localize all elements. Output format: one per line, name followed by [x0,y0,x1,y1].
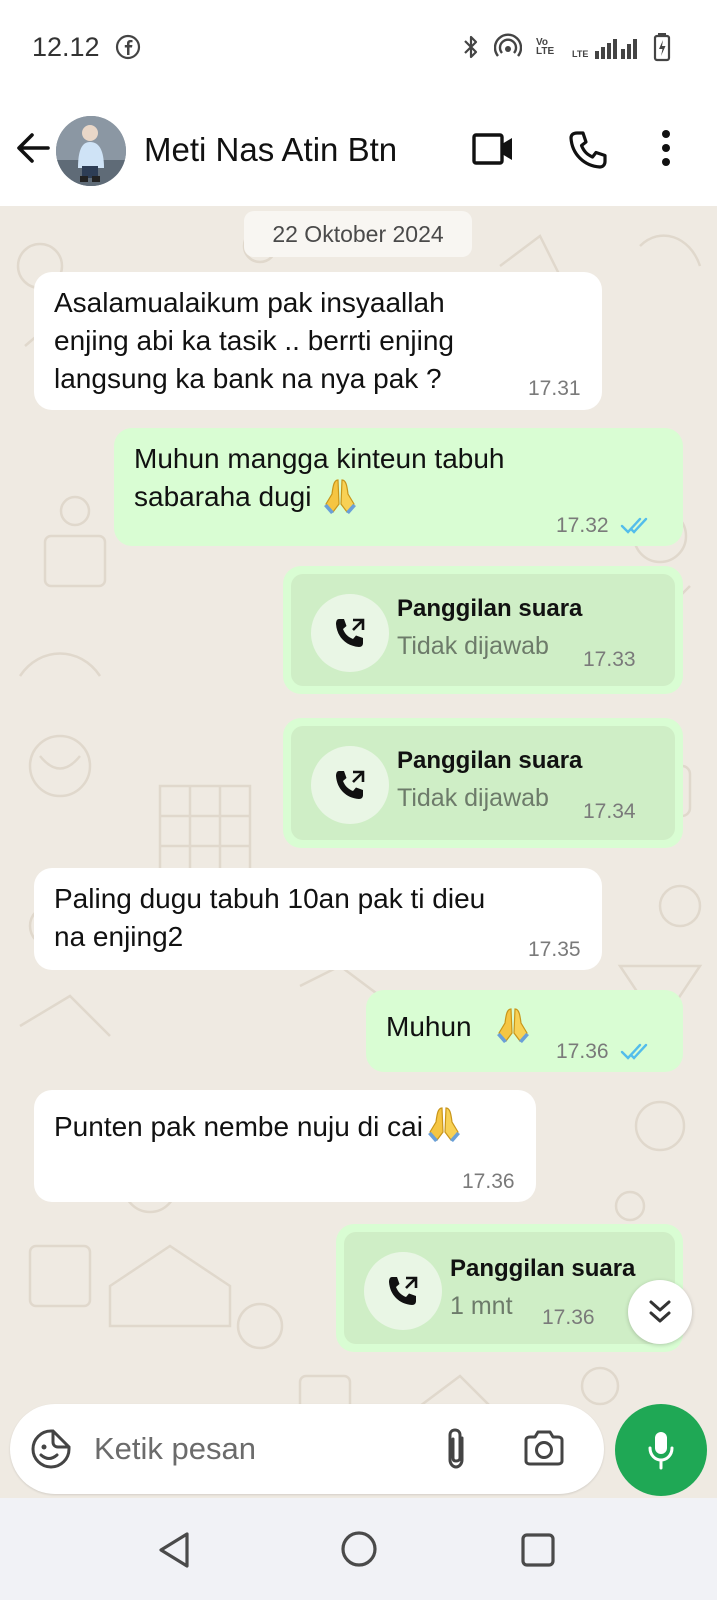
sticker-icon[interactable] [30,1428,72,1470]
attach-icon[interactable] [442,1426,470,1472]
message-incoming[interactable]: Punten pak nembe nuju di cai 17.36 [34,1090,536,1202]
message-time: 17.32 [556,514,609,537]
folded-hands-icon [496,1008,529,1043]
outgoing-call-icon [389,1276,418,1305]
message-input[interactable] [94,1422,424,1476]
message-outgoing[interactable]: Muhun mangga kinteun tabuh sabaraha dugi… [114,428,683,546]
hotspot-icon [494,33,522,57]
nav-recent-apps-icon[interactable] [520,1532,556,1568]
voice-message-button[interactable] [615,1404,707,1496]
call-card[interactable]: Panggilan suara 1 mnt 17.36 [344,1232,675,1344]
back-arrow-icon[interactable] [14,128,54,168]
message-time: 17.31 [528,377,581,400]
avatar[interactable] [56,116,126,186]
volte-icon: Vo LTE [536,37,558,57]
status-time: 12.12 [32,32,100,62]
message-time: 17.34 [583,800,636,823]
message-time: 17.35 [528,938,581,961]
call-icon-circle [364,1252,442,1330]
volte-label: Vo LTE [536,37,555,57]
call-status: Tidak dijawab [397,632,549,660]
outgoing-call-icon [336,770,365,799]
message-text-content: Muhun [386,1011,472,1042]
mic-icon [648,1432,674,1470]
message-time: 17.33 [583,648,636,671]
call-status: 1 mnt [450,1292,513,1320]
nav-home-icon[interactable] [340,1530,378,1568]
message-time: 17.36 [556,1040,609,1063]
lte-signal-icon: LTE [572,35,639,59]
outgoing-call-icon [336,618,365,647]
read-ticks-icon [620,1043,648,1060]
message-outgoing[interactable]: Muhun 17.36 [366,990,683,1072]
message-call[interactable]: Panggilan suara Tidak dijawab 17.33 [283,566,683,694]
message-call[interactable]: Panggilan suara 1 mnt 17.36 [336,1224,683,1352]
double-chevron-down-icon [649,1300,671,1323]
call-icon-circle [311,594,389,672]
lte-label: LTE [572,49,589,59]
call-status: Tidak dijawab [397,784,549,812]
message-text: Muhun mangga kinteun tabuh sabaraha dugi [134,440,505,516]
more-options-icon[interactable] [660,128,672,168]
signal-bars-icon [595,39,637,59]
camera-icon[interactable] [522,1428,566,1468]
status-bar: 12.12 Vo LTE LTE [0,0,717,98]
scroll-to-bottom-button[interactable] [628,1280,692,1344]
chat-header: Meti Nas Atin Btn [0,98,717,206]
message-text: Asalamualaikum pak insyaallah enjing abi… [54,287,454,394]
chat-area[interactable]: 22 Oktober 2024 Asalamualaikum pak insya… [0,206,717,1498]
message-time: 17.36 [462,1170,515,1193]
message-text: Punten pak nembe nuju di cai [54,1107,463,1146]
folded-hands-icon [427,1107,460,1142]
message-text: Muhun [386,1008,532,1046]
folded-hands-icon [324,479,357,514]
message-composer [10,1404,604,1494]
date-chip: 22 Oktober 2024 [244,211,472,257]
call-title: Panggilan suara [397,595,583,622]
call-card[interactable]: Panggilan suara Tidak dijawab 17.33 [291,574,675,686]
message-text-content: Punten pak nembe nuju di cai [54,1111,423,1142]
message-text-content: Muhun mangga kinteun tabuh sabaraha dugi [134,443,505,512]
voice-call-icon[interactable] [568,130,608,170]
system-navigation-bar [0,1498,717,1600]
avatar-photo [56,116,126,186]
message-incoming[interactable]: Asalamualaikum pak insyaallah enjing abi… [34,272,602,410]
call-card[interactable]: Panggilan suara Tidak dijawab 17.34 [291,726,675,840]
read-ticks-icon [620,517,648,534]
message-text: Paling dugu tabuh 10an pak ti dieu na en… [54,883,486,952]
contact-name[interactable]: Meti Nas Atin Btn [144,131,397,169]
message-incoming[interactable]: Paling dugu tabuh 10an pak ti dieu na en… [34,868,602,970]
nav-back-icon[interactable] [157,1530,193,1570]
bluetooth-icon [464,35,478,59]
call-title: Panggilan suara [450,1255,636,1282]
battery-charging-icon [653,33,671,62]
message-time: 17.36 [542,1306,595,1329]
call-title: Panggilan suara [397,747,583,774]
call-icon-circle [311,746,389,824]
video-call-icon[interactable] [472,132,514,166]
message-call[interactable]: Panggilan suara Tidak dijawab 17.34 [283,718,683,848]
facebook-icon [115,34,141,60]
